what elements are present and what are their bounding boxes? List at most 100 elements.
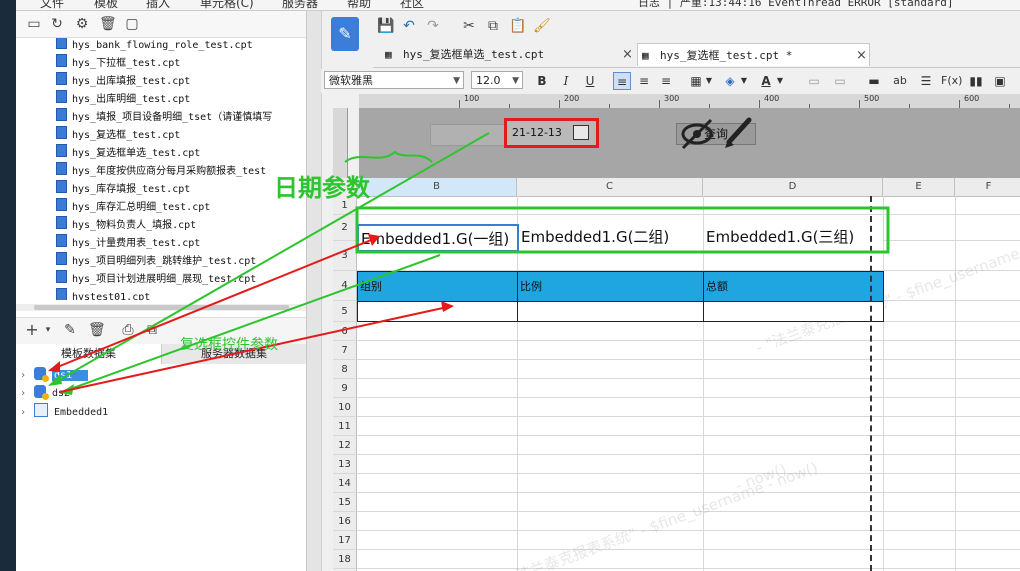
- save-icon[interactable]: 💾: [377, 18, 394, 34]
- undo-icon[interactable]: ↶: [401, 18, 417, 34]
- font-size-select[interactable]: 12.0 ▼: [471, 71, 523, 89]
- chevron-right-icon[interactable]: ›: [20, 404, 34, 422]
- calendar-icon[interactable]: [573, 125, 589, 140]
- align-right-icon[interactable]: ≡: [657, 72, 675, 90]
- scrollbar-thumb[interactable]: [34, 305, 289, 310]
- file-item[interactable]: hys_下拉框_test.cpt: [56, 54, 180, 72]
- delete-icon[interactable]: 🗑: [88, 322, 106, 338]
- chevron-down-icon[interactable]: ▾: [40, 322, 56, 338]
- file-item[interactable]: hys_复选框单选_test.cpt: [56, 144, 200, 162]
- file-item[interactable]: hys_项目计划进展明细_展现_test.cpt: [56, 270, 256, 288]
- cell-c4-ratio-header[interactable]: 比例: [517, 271, 704, 302]
- file-item[interactable]: hys_库存填报_test.cpt: [56, 180, 190, 198]
- row-header[interactable]: 9: [333, 379, 357, 398]
- redo-icon[interactable]: ↷: [425, 18, 441, 34]
- chevron-down-icon[interactable]: ▼: [775, 72, 785, 90]
- cell-c5[interactable]: [517, 301, 704, 322]
- italic-icon[interactable]: I: [557, 72, 575, 90]
- file-item[interactable]: hys_复选框_test.cpt: [56, 126, 180, 144]
- column-header-b[interactable]: B: [357, 178, 517, 196]
- chevron-down-icon[interactable]: ▼: [704, 72, 714, 90]
- tab-template-dataset[interactable]: 模板数据集: [16, 344, 162, 364]
- cell-b5[interactable]: [357, 301, 518, 322]
- row-header[interactable]: 11: [333, 417, 357, 436]
- merge-icon[interactable]: ▭: [805, 72, 823, 90]
- dataset-ds1[interactable]: › ds1: [20, 367, 89, 385]
- file-item[interactable]: hys_年度按供应商分每月采购额报表_test: [56, 162, 266, 180]
- format-painter-icon[interactable]: 🖌: [533, 18, 551, 34]
- formula-icon[interactable]: F(x): [941, 72, 962, 90]
- file-list-scrollbar[interactable]: [16, 304, 306, 311]
- underline-icon[interactable]: U: [581, 72, 599, 90]
- copy-icon[interactable]: ⧉: [144, 322, 160, 338]
- template-logo-icon[interactable]: ✎: [331, 17, 359, 51]
- list-icon[interactable]: ☰: [917, 72, 935, 90]
- align-center-icon[interactable]: ≡: [635, 72, 653, 90]
- date-parameter-widget[interactable]: 21-12-13: [504, 118, 599, 148]
- align-left-icon[interactable]: ≡: [613, 72, 631, 90]
- chevron-down-icon[interactable]: ▼: [739, 72, 749, 90]
- image-icon[interactable]: ▣: [991, 72, 1009, 90]
- add-dataset-icon[interactable]: +: [24, 322, 40, 338]
- menu-server[interactable]: 服务器: [282, 0, 318, 10]
- menu-template[interactable]: 模板: [94, 0, 118, 10]
- row-header[interactable]: 13: [333, 455, 357, 474]
- cell-b4-group-header[interactable]: 组别: [357, 271, 518, 302]
- row-header[interactable]: 12: [333, 436, 357, 455]
- file-item[interactable]: hys_物料负责人_填报.cpt: [56, 216, 196, 234]
- menu-file[interactable]: 文件: [40, 0, 64, 10]
- row-header[interactable]: 16: [333, 512, 357, 531]
- font-color-icon[interactable]: A: [757, 72, 775, 90]
- tab-checkbox-active[interactable]: ▦ hys_复选框_test.cpt * ×: [637, 43, 870, 66]
- refresh-icon[interactable]: ↻: [49, 16, 65, 32]
- row-header[interactable]: 17: [333, 531, 357, 550]
- file-item[interactable]: hystest01.cpt: [56, 288, 150, 300]
- unmerge-icon[interactable]: ▭: [831, 72, 849, 90]
- paste-icon[interactable]: 📋: [509, 18, 526, 34]
- menu-community[interactable]: 社区: [400, 0, 424, 10]
- menu-cell[interactable]: 单元格(C): [200, 0, 254, 10]
- bold-icon[interactable]: B: [533, 72, 551, 90]
- copy-icon[interactable]: ⧉: [485, 18, 501, 34]
- file-item[interactable]: hys_bank_flowing_role_test.cpt: [56, 38, 253, 54]
- tab-checkbox-single[interactable]: ▦ hys_复选框单选_test.cpt ×: [381, 43, 637, 66]
- cell-d4-total-header[interactable]: 总额: [703, 271, 884, 302]
- chevron-right-icon[interactable]: ›: [20, 385, 34, 403]
- new-folder-icon[interactable]: ▭: [26, 16, 42, 32]
- row-header[interactable]: 15: [333, 493, 357, 512]
- row-header[interactable]: 3: [333, 241, 357, 271]
- column-header-c[interactable]: C: [517, 178, 703, 196]
- column-header-d[interactable]: D: [703, 178, 883, 196]
- row-header[interactable]: 8: [333, 360, 357, 379]
- column-header-f[interactable]: F: [955, 178, 1020, 196]
- preview-icon[interactable]: ⎙: [120, 322, 136, 338]
- chart-icon[interactable]: ▮▮: [967, 72, 985, 90]
- dataset-embedded1[interactable]: › Embedded1: [20, 403, 108, 421]
- file-item[interactable]: hys_计量费用表_test.cpt: [56, 234, 200, 252]
- row-header[interactable]: 18: [333, 550, 357, 569]
- row-header[interactable]: 7: [333, 341, 357, 360]
- column-header-e[interactable]: E: [883, 178, 955, 196]
- panel-divider[interactable]: [307, 11, 322, 571]
- cell-c2-embedded-group2[interactable]: Embedded1.G(二组): [519, 224, 703, 252]
- row-header[interactable]: 14: [333, 474, 357, 493]
- parameter-input[interactable]: [430, 124, 507, 146]
- file-item[interactable]: hys_出库明细_test.cpt: [56, 90, 190, 108]
- row-header[interactable]: 10: [333, 398, 357, 417]
- cut-icon[interactable]: ✂: [461, 18, 477, 34]
- cell-d5[interactable]: [703, 301, 884, 322]
- delete-icon[interactable]: 🗑: [99, 16, 117, 32]
- file-item[interactable]: hys_填报_项目设备明细_tset（请谨慎填写: [56, 108, 272, 126]
- file-item[interactable]: hys_出库填报_test.cpt: [56, 72, 190, 90]
- insert-row-icon[interactable]: ▬: [865, 72, 883, 90]
- row-header[interactable]: 5: [333, 301, 357, 322]
- menu-help[interactable]: 帮助: [347, 0, 371, 10]
- row-header[interactable]: 4: [333, 271, 357, 301]
- row-header[interactable]: 2: [333, 215, 357, 241]
- fill-color-icon[interactable]: ◈: [721, 72, 739, 90]
- settings-icon[interactable]: ⚙: [74, 16, 90, 32]
- border-icon[interactable]: ▦: [687, 72, 705, 90]
- window-icon[interactable]: ▢: [124, 16, 140, 32]
- cell-d2-embedded-group3[interactable]: Embedded1.G(三组): [704, 224, 883, 252]
- chevron-right-icon[interactable]: ›: [20, 367, 34, 385]
